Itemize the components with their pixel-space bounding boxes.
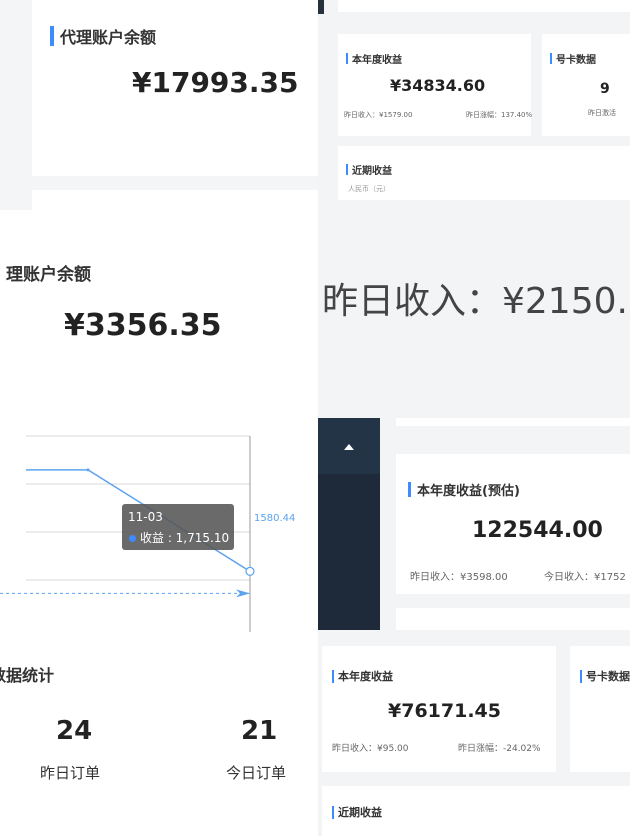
- yesterday-income-large: 昨日收入：¥2150.00: [322, 281, 630, 322]
- card-title: 号卡数据: [580, 668, 630, 684]
- card-title: 理账户余额: [0, 260, 91, 285]
- dashboard-panel-medium: 本年度收益 ¥76171.45 昨日收入：¥95.00 昨日涨幅：-24.02%…: [318, 630, 630, 836]
- divider: [318, 0, 324, 14]
- yesterday-growth: 昨日涨幅：-24.02%: [458, 744, 541, 754]
- recent-title: 近期收益: [332, 804, 382, 820]
- chart-tooltip: 11-03 收益 : 1,715.10: [122, 504, 234, 550]
- card-stub: [396, 608, 630, 630]
- agent-balance-panel: 代理账户余额 ¥17993.35: [0, 0, 318, 210]
- card-value: 9: [600, 81, 610, 97]
- stat-today-orders-value: 21: [241, 716, 278, 746]
- sidebar: [318, 418, 380, 630]
- balance-value: ¥17993.35: [132, 66, 299, 99]
- card-sub: 昨日激活: [588, 109, 616, 117]
- card-stub: [338, 0, 630, 12]
- sidebar-toggle[interactable]: [318, 418, 380, 474]
- yesterday-income: 昨日收入：¥95.00: [332, 744, 409, 754]
- income-chart-panel: 11-03 收益 : 1,715.10 1580.44: [0, 410, 318, 632]
- agent-balance-zoom-panel: 理账户余额 ¥3356.35: [0, 210, 318, 410]
- card-stub: [396, 418, 630, 426]
- marker-label: 1580.44: [254, 513, 296, 524]
- annual-income-card: 本年度收益 ¥34834.60 昨日收入：¥1579.00 昨日涨幅：137.4…: [338, 34, 533, 136]
- stats-title: 数据统计: [0, 662, 54, 686]
- today-income: 今日收入：¥1752: [544, 572, 626, 583]
- yesterday-growth: 昨日涨幅：137.40%: [466, 111, 533, 119]
- annual-title: 本年度收益: [346, 51, 402, 66]
- yesterday-income: 昨日收入：¥1579.00: [344, 111, 413, 119]
- estimated-value: 122544.00: [472, 518, 603, 543]
- recent-title: 近期收益: [346, 162, 392, 177]
- data-point-highlight: [245, 566, 255, 576]
- annual-value: ¥76171.45: [388, 700, 501, 722]
- estimated-income-panel: 本年度收益(预估) 122544.00 昨日收入：¥3598.00 今日收入：¥…: [318, 418, 630, 630]
- recent-income-card: 近期收益 人民币（元）: [338, 146, 630, 200]
- recent-unit: 人民币（元）: [348, 185, 390, 193]
- annual-value: ¥34834.60: [390, 76, 486, 95]
- stat-yesterday-orders-value: 24: [56, 716, 93, 746]
- caret-up-icon: [344, 444, 354, 450]
- card-title: 号卡数据: [550, 51, 596, 66]
- agent-balance-card: 代理账户余额 ¥17993.35: [32, 0, 318, 176]
- stat-today-orders-label: 今日订单: [226, 764, 287, 782]
- yesterday-income-zoom-panel: 昨日收入：¥2150.00: [318, 200, 630, 418]
- tooltip-date: 11-03: [128, 510, 163, 524]
- annual-title: 本年度收益: [332, 668, 393, 684]
- card-stub: [32, 190, 318, 210]
- recent-income-card: 近期收益: [322, 786, 630, 836]
- card-title: 本年度收益(预估): [408, 480, 520, 499]
- mark-arrow-icon: [236, 589, 250, 598]
- annual-income-card: 本年度收益 ¥76171.45 昨日收入：¥95.00 昨日涨幅：-24.02%: [322, 646, 556, 772]
- balance-value: ¥3356.35: [64, 308, 222, 343]
- dashboard-panel-small: 本年度收益 ¥34834.60 昨日收入：¥1579.00 昨日涨幅：137.4…: [318, 0, 630, 200]
- data-statistics-panel: 数据统计 24 昨日订单 21 今日订单: [0, 632, 318, 836]
- data-point: [86, 468, 90, 472]
- sim-card-data-card: 号卡数据 9 昨日激活: [542, 34, 630, 136]
- card-title: 代理账户余额: [50, 24, 156, 48]
- stat-yesterday-orders-label: 昨日订单: [40, 764, 101, 782]
- series-dot-icon: [129, 535, 136, 542]
- sim-card-data-card: 号卡数据: [570, 646, 630, 772]
- tooltip-value: 收益 : 1,715.10: [140, 531, 230, 545]
- yesterday-income: 昨日收入：¥3598.00: [410, 572, 508, 583]
- estimated-income-card: 本年度收益(预估) 122544.00 昨日收入：¥3598.00 今日收入：¥…: [396, 454, 630, 594]
